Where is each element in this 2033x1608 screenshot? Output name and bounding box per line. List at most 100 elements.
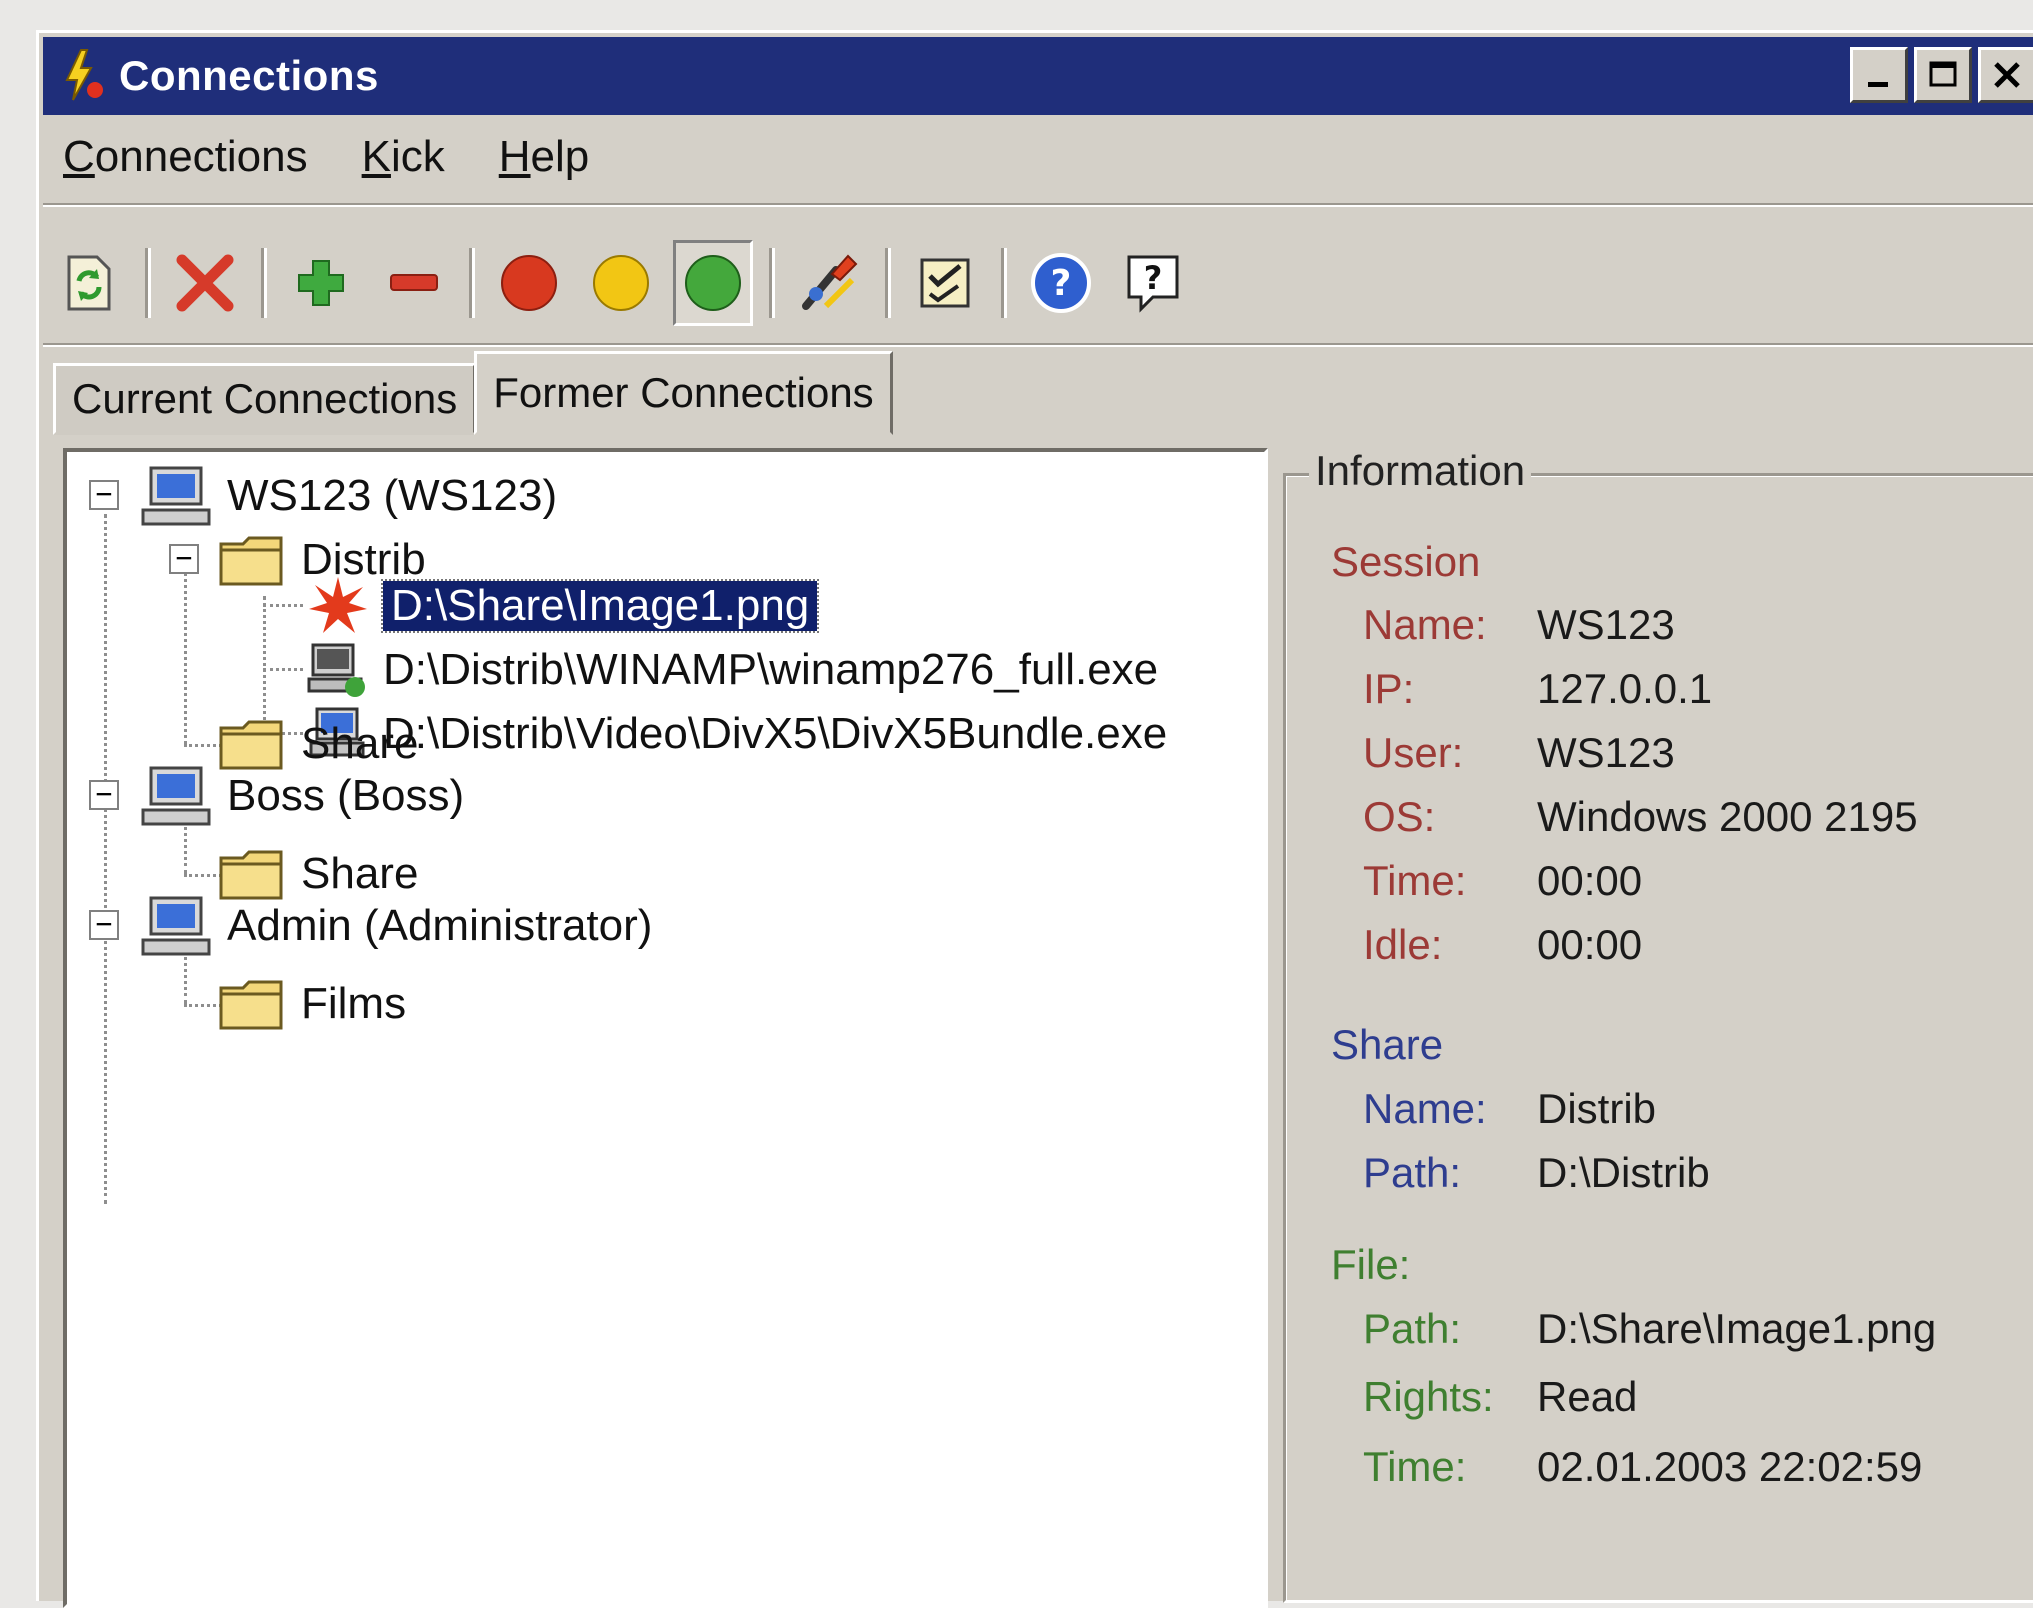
maximize-icon [1929,61,1957,87]
computer-icon [141,766,211,826]
app-icon [53,46,113,106]
remove-icon [390,274,438,291]
session-idle-value: 00:00 [1537,921,1643,968]
tree-connector [104,514,107,1204]
file-time-value: 02.01.2003 22:02:59 [1537,1443,1923,1490]
tree-node-label: Boss (Boss) [227,771,465,820]
tree-node-label: Films [301,979,407,1028]
menu-help[interactable]: Help [495,128,594,186]
tree-node-label: WS123 (WS123) [227,471,558,520]
green-status-button[interactable] [673,240,753,326]
session-time-value: 00:00 [1537,857,1643,904]
folder-icon [219,720,283,770]
svg-text:?: ? [1051,263,1072,304]
close-icon [1994,62,2020,88]
maximize-button[interactable] [1914,47,1972,103]
collapse-toggle[interactable]: − [89,780,119,810]
file-path-value: D:\Share\Image1.png [1537,1305,1937,1352]
context-help-icon: ? [1127,255,1179,313]
share-path-value: D:\Distrib [1537,1149,1710,1196]
toolbar-separator [1001,248,1007,318]
file-path-label: Path: [1363,1305,1462,1352]
active-file-burst-icon [309,577,367,633]
menu-separator [43,203,2033,207]
tools-icon [802,254,858,310]
session-user-label: User: [1363,729,1464,776]
help-button[interactable]: ? [1021,240,1101,326]
collapse-toggle[interactable]: − [89,910,119,940]
add-icon [298,260,344,306]
file-rights-value: Read [1537,1373,1638,1420]
help-circle-icon: ? [1031,253,1091,313]
menu-bar: Connections Kick Help [59,121,639,193]
tree-node-label: Share [301,849,419,898]
context-help-button[interactable]: ? [1113,240,1193,326]
tree-node-share-boss[interactable]: Share [217,844,418,904]
green-status-icon [685,255,741,311]
collapse-toggle[interactable]: − [169,544,199,574]
checklist-icon [920,258,970,308]
share-heading: Share [1331,1021,1444,1068]
refresh-button[interactable] [49,240,129,326]
share-path-label: Path: [1363,1149,1462,1196]
toolbar-separator [261,248,267,318]
folder-icon [219,536,283,586]
tab-current-connections[interactable]: Current Connections [53,363,477,435]
toolbar-separator [469,248,475,318]
menu-connections[interactable]: Connections [59,128,312,186]
computer-icon [141,466,211,526]
add-button[interactable] [281,240,361,326]
collapse-toggle[interactable]: − [89,480,119,510]
toolbar-separator-line [43,343,2033,347]
minimize-icon [1868,82,1888,87]
checklist-button[interactable] [905,240,985,326]
red-status-icon [501,255,557,311]
session-name-label: Name: [1363,601,1487,648]
yellow-status-icon [593,255,649,311]
toolbar-separator [885,248,891,318]
session-os-label: OS: [1363,793,1436,840]
delete-button[interactable] [165,240,245,326]
tree-node-file-image1[interactable]: D:\Share\Image1.png [307,576,820,636]
close-button[interactable] [1978,47,2033,103]
tree-node-films[interactable]: Films [217,974,406,1034]
session-name-value: WS123 [1537,601,1675,648]
tools-button[interactable] [789,240,869,326]
folder-icon [219,850,283,900]
title-bar[interactable]: Connections [43,37,2033,115]
folder-icon [219,980,283,1030]
tree-connector [263,604,303,607]
tab-strip: Current Connections Former Connections [53,351,893,435]
minimize-button[interactable] [1850,47,1908,103]
share-name-label: Name: [1363,1085,1487,1132]
toolbar-separator [769,248,775,318]
session-ip-label: IP: [1363,665,1415,712]
session-user-value: WS123 [1537,729,1675,776]
computer-icon [141,896,211,956]
tree-node-share-ws123[interactable]: Share [217,714,418,774]
file-time-label: Time: [1363,1443,1467,1490]
tree-node-label: D:\Distrib\Video\DivX5\DivX5Bundle.exe [383,709,1168,758]
session-ip-value: 127.0.0.1 [1537,665,1713,712]
tree-connector [263,668,303,671]
red-status-button[interactable] [489,240,569,326]
tab-former-connections[interactable]: Former Connections [474,351,893,435]
tree-node-label: Share [301,719,419,768]
tree-node-file-divx[interactable]: D:\Distrib\Video\DivX5\DivX5Bundle.exe [307,704,1167,764]
remove-button[interactable] [373,240,453,326]
refresh-icon [67,255,111,311]
tree-node-boss[interactable]: Boss (Boss) [137,766,464,826]
window-title: Connections [119,52,379,99]
tree-node-admin[interactable]: Admin (Administrator) [137,896,652,956]
connections-tree[interactable]: − WS123 (WS123) − Distrib D:\Share\Image… [63,448,1268,1608]
information-title: Information [1309,447,1532,495]
tree-node-label: Admin (Administrator) [227,901,653,950]
session-time-label: Time: [1363,857,1467,904]
tree-node-ws123[interactable]: WS123 (WS123) [137,466,557,526]
yellow-status-button[interactable] [581,240,661,326]
menu-kick[interactable]: Kick [358,128,449,186]
tree-node-file-winamp[interactable]: D:\Distrib\WINAMP\winamp276_full.exe [307,640,1158,700]
file-rights-label: Rights: [1363,1373,1494,1420]
tree-node-label: D:\Distrib\WINAMP\winamp276_full.exe [383,645,1159,694]
session-heading: Session [1331,538,1481,585]
